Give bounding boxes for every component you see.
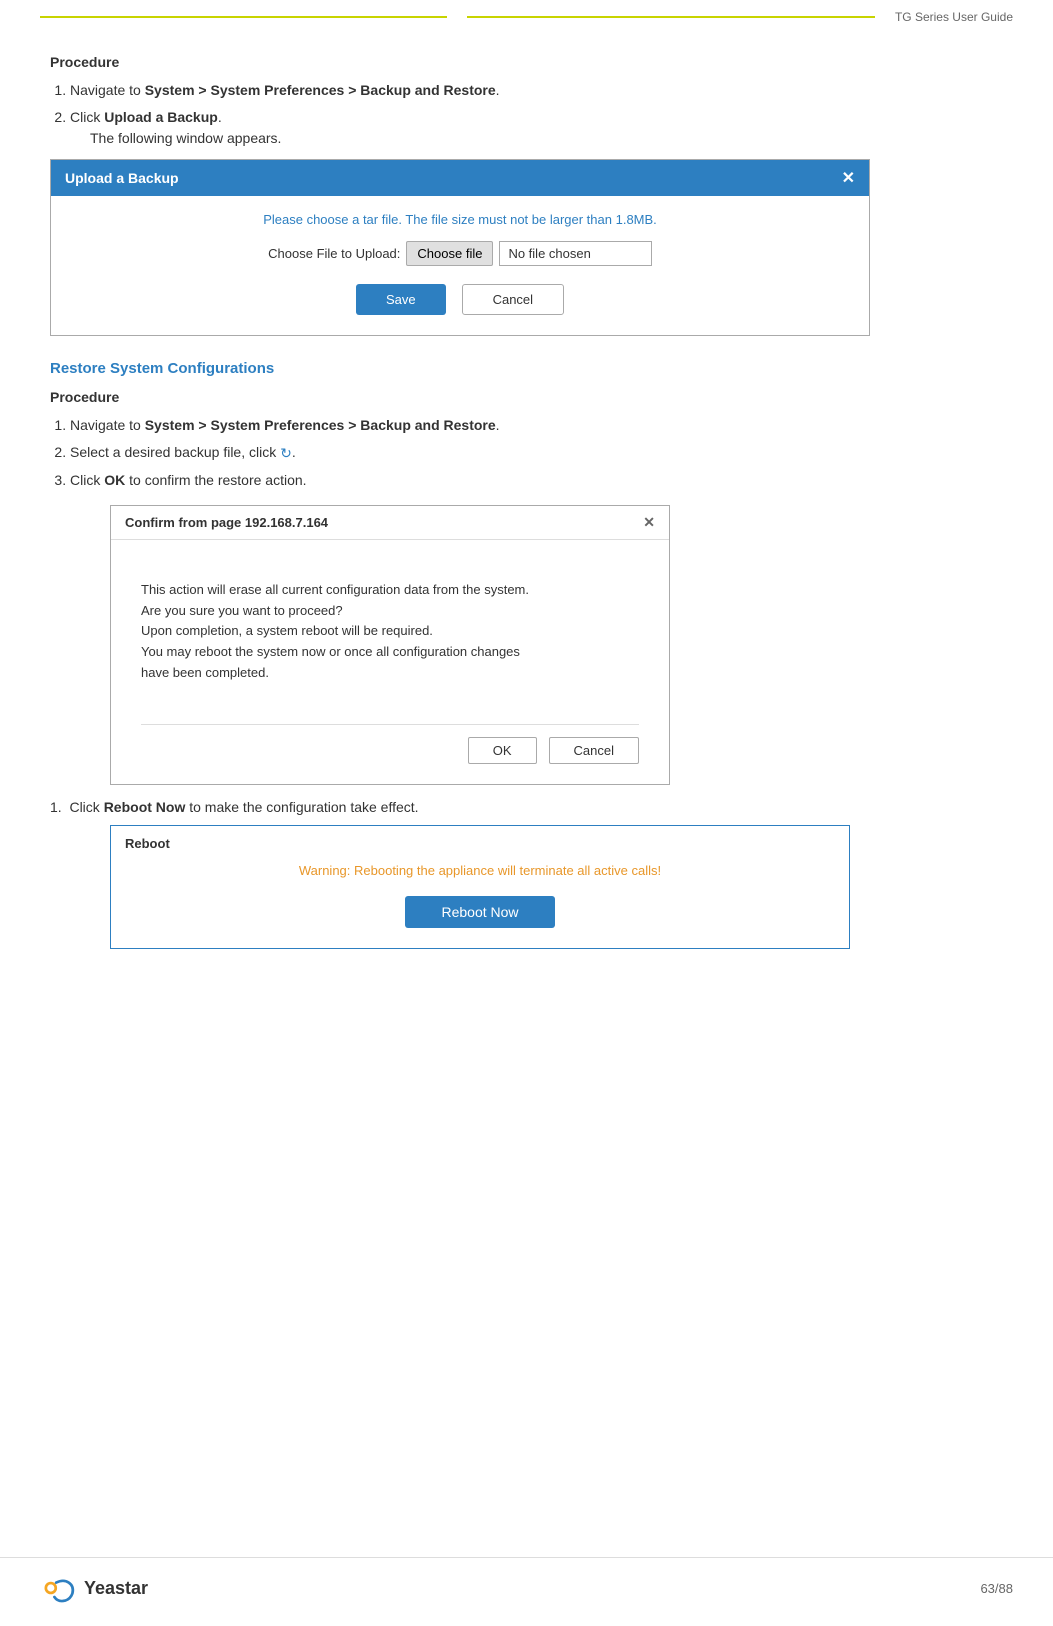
restore-section-heading: Restore System Configurations	[50, 360, 1003, 377]
step2-2-end: .	[292, 444, 296, 460]
upload-dialog-title: Upload a Backup	[65, 170, 179, 186]
main-content: Procedure Navigate to System > System Pr…	[0, 24, 1053, 1049]
header-line-1	[40, 16, 447, 18]
header-line-2	[467, 16, 874, 18]
file-upload-row: Choose File to Upload: Choose file No fi…	[71, 241, 849, 266]
step1-2: Click Upload a Backup. The following win…	[70, 107, 1003, 149]
confirm-cancel-button[interactable]: Cancel	[549, 737, 639, 764]
step2-1-bold: System > System Preferences > Backup and…	[145, 417, 496, 433]
file-upload-label: Choose File to Upload:	[268, 246, 400, 261]
confirm-dialog-close-icon[interactable]: ✕	[643, 514, 655, 531]
step2-1-prefix: Navigate to	[70, 417, 145, 433]
step2-2-prefix: Select a desired backup file, click	[70, 444, 280, 460]
refresh-icon: ↻	[280, 443, 292, 464]
step1-2-prefix: Click	[70, 109, 104, 125]
procedure1-label: Procedure	[50, 54, 1003, 70]
step1-2-bold: Upload a Backup	[104, 109, 218, 125]
confirm-dialog-title: Confirm from page 192.168.7.164	[125, 515, 328, 530]
step3-end: to make the configuration take effect.	[185, 799, 418, 815]
footer-logo: Yeastar	[40, 1570, 148, 1606]
yeastar-logo-icon	[40, 1570, 76, 1606]
upload-backup-dialog: Upload a Backup ✕ Please choose a tar fi…	[50, 159, 870, 336]
cancel-button[interactable]: Cancel	[462, 284, 564, 315]
step2-3-end: to confirm the restore action.	[125, 472, 306, 488]
step2-2: Select a desired backup file, click ↻.	[70, 442, 1003, 464]
upload-dialog-header: Upload a Backup ✕	[51, 160, 869, 196]
confirm-line3: Upon completion, a system reboot will be…	[141, 621, 639, 642]
header-title: TG Series User Guide	[885, 10, 1013, 24]
confirm-line2: Are you sure you want to proceed?	[141, 601, 639, 622]
procedure2-label: Procedure	[50, 389, 1003, 405]
reboot-title: Reboot	[125, 836, 835, 851]
step1-2-note: The following window appears.	[90, 130, 281, 146]
step2-3-prefix: Click	[70, 472, 104, 488]
confirm-dialog-header: Confirm from page 192.168.7.164 ✕	[111, 506, 669, 540]
ok-button[interactable]: OK	[468, 737, 537, 764]
upload-dialog-actions: Save Cancel	[71, 284, 849, 315]
step1-2-end: .	[218, 109, 222, 125]
step1-1: Navigate to System > System Preferences …	[70, 80, 1003, 101]
page-footer: Yeastar 63/88	[0, 1557, 1053, 1606]
reboot-box: Reboot Warning: Rebooting the appliance …	[110, 825, 850, 949]
confirm-dialog-body: This action will erase all current confi…	[111, 540, 669, 784]
confirm-text: This action will erase all current confi…	[141, 580, 639, 684]
upload-dialog-body: Please choose a tar file. The file size …	[51, 196, 869, 335]
choose-file-button[interactable]: Choose file	[406, 241, 493, 266]
reboot-btn-row: Reboot Now	[125, 896, 835, 928]
reboot-warning-text: Warning: Rebooting the appliance will te…	[125, 863, 835, 878]
no-file-chosen-text: No file chosen	[499, 241, 651, 266]
footer-page-number: 63/88	[980, 1581, 1013, 1596]
page-header: TG Series User Guide	[0, 0, 1053, 24]
save-button[interactable]: Save	[356, 284, 446, 315]
step1-1-bold: System > System Preferences > Backup and…	[145, 82, 496, 98]
procedure2-steps: Navigate to System > System Preferences …	[70, 415, 1003, 491]
step3-text: 1. Click Reboot Now to make the configur…	[50, 799, 1003, 815]
confirm-line4: You may reboot the system now or once al…	[141, 642, 639, 663]
footer-brand-name: Yeastar	[84, 1578, 148, 1599]
step2-1: Navigate to System > System Preferences …	[70, 415, 1003, 436]
upload-info-text: Please choose a tar file. The file size …	[71, 212, 849, 227]
procedure1-steps: Navigate to System > System Preferences …	[70, 80, 1003, 149]
step1-1-end: .	[496, 82, 500, 98]
confirm-dialog-actions: OK Cancel	[141, 724, 639, 764]
confirm-dialog: Confirm from page 192.168.7.164 ✕ This a…	[110, 505, 670, 785]
step2-1-end: .	[496, 417, 500, 433]
step1-1-prefix: Navigate to	[70, 82, 145, 98]
confirm-line1: This action will erase all current confi…	[141, 580, 639, 601]
reboot-now-button[interactable]: Reboot Now	[405, 896, 554, 928]
upload-dialog-close-icon[interactable]: ✕	[842, 168, 855, 188]
step3-bold: Reboot Now	[104, 799, 186, 815]
step2-3: Click OK to confirm the restore action.	[70, 470, 1003, 491]
step2-3-bold: OK	[104, 472, 125, 488]
confirm-line5: have been completed.	[141, 663, 639, 684]
